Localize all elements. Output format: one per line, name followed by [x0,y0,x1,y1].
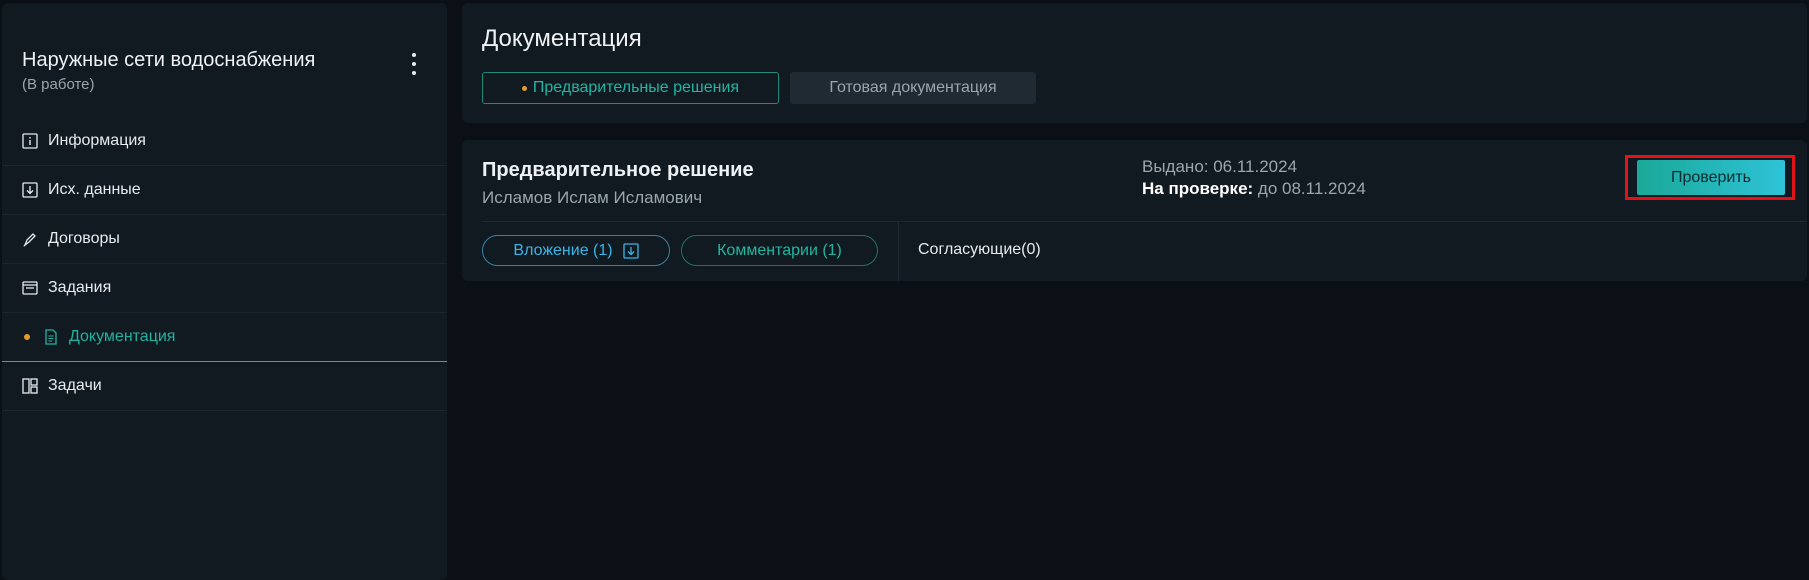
documentation-header: Документация Предварительные решения Гот… [462,3,1807,123]
attachments-button[interactable]: Вложение (1) [482,235,670,266]
sidebar-nav: Информация Исх. данные Договоры Задания [2,117,447,411]
tab-ready-documentation[interactable]: Готовая документация [790,72,1036,104]
sidebar-item-contracts[interactable]: Договоры [2,215,447,264]
project-header: Наружные сети водоснабжения (В работе) [22,49,315,93]
project-status: (В работе) [22,76,95,93]
sidebar: Наружные сети водоснабжения (В работе) И… [2,3,447,580]
window-icon [22,280,38,296]
info-icon [22,133,38,149]
sidebar-item-label: Задания [48,279,112,296]
active-tab-dot [521,85,527,91]
download-icon [22,182,38,198]
document-author: Исламов Ислам Исламович [482,188,703,207]
page-title: Документация [482,25,642,52]
check-button[interactable]: Проверить [1637,160,1785,195]
comments-label: Комментарии (1) [717,241,842,259]
sidebar-item-tasks[interactable]: Задачи [2,362,447,411]
review-deadline: На проверке: до 08.11.2024 [1142,179,1366,199]
sidebar-item-label: Исх. данные [48,181,141,198]
document-icon [43,329,59,345]
sidebar-item-label: Договоры [48,230,120,247]
more-options-icon[interactable] [410,53,418,75]
document-dates: Выдано: 06.11.2024 На проверке: до 08.11… [1142,157,1366,199]
sidebar-item-label: Информация [48,132,146,149]
project-title: Наружные сети водоснабжения [22,49,316,71]
review-label: На проверке: [1142,179,1254,198]
layout-icon [22,378,38,394]
issued-date: Выдано: 06.11.2024 [1142,157,1298,176]
sidebar-item-label: Задачи [48,377,102,394]
attachments-label: Вложение (1) [513,241,613,259]
tab-label: Предварительные решения [532,79,740,96]
comments-button[interactable]: Комментарии (1) [681,235,878,266]
sidebar-item-documentation[interactable]: Документация [2,313,447,362]
app: Наружные сети водоснабжения (В работе) И… [0,0,1809,580]
document-card: Предварительное решение Исламов Ислам Ис… [462,140,1807,281]
download-icon [622,242,639,259]
divider [482,221,1807,222]
vertical-divider [898,222,899,281]
doc-tabs: Предварительные решения Готовая документ… [482,72,1036,104]
tab-preliminary-solutions[interactable]: Предварительные решения [482,72,779,104]
pen-icon [22,231,38,247]
sidebar-item-assignments[interactable]: Задания [2,264,447,313]
sidebar-item-information[interactable]: Информация [2,117,447,166]
active-indicator-dot [24,334,30,340]
review-value: до 08.11.2024 [1253,179,1366,198]
document-title: Предварительное решение [482,159,754,181]
sidebar-item-label: Документация [69,328,176,345]
tab-label: Готовая документация [829,79,997,96]
sidebar-item-source-data[interactable]: Исх. данные [2,166,447,215]
approvers-label: Согласующие(0) [918,241,1041,258]
